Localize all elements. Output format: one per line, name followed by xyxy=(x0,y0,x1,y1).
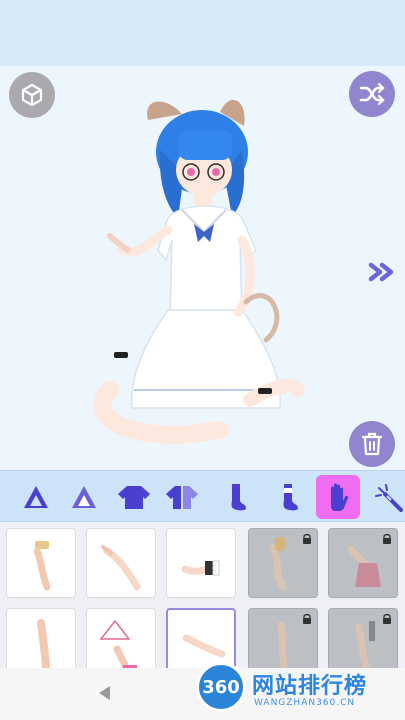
status-bar xyxy=(0,0,405,66)
sock-icon xyxy=(231,484,246,511)
hair-front-icon xyxy=(24,486,48,508)
double-chevron-right-icon xyxy=(368,262,394,282)
item-open-hand[interactable] xyxy=(86,528,156,598)
tab-accessories[interactable] xyxy=(366,475,405,519)
shuffle-icon xyxy=(359,83,385,105)
tab-stockings[interactable] xyxy=(266,475,310,519)
tab-hair-back[interactable] xyxy=(62,475,106,519)
plain-arm-thumbnail xyxy=(37,619,51,672)
shuffle-button[interactable] xyxy=(349,71,395,117)
tab-hair-front[interactable] xyxy=(14,475,58,519)
watermark: 360 网站排行榜 WANGZHAN360.CN xyxy=(196,662,405,720)
cube-icon xyxy=(21,83,43,107)
item-bottle-hand[interactable] xyxy=(248,528,318,598)
item-fan-hand[interactable] xyxy=(86,608,156,672)
anime-character-preview xyxy=(93,99,305,445)
jacket-icon xyxy=(166,486,198,509)
hand-icon xyxy=(331,483,349,511)
trash-icon xyxy=(361,432,383,456)
tab-socks[interactable] xyxy=(214,475,258,519)
tab-top[interactable] xyxy=(112,475,156,519)
open-hand-thumbnail xyxy=(101,545,141,591)
cuffed-hand-thumbnail xyxy=(181,560,220,576)
hair-back-icon xyxy=(72,486,96,508)
item-bag-hand[interactable] xyxy=(328,528,398,598)
stocking-icon xyxy=(283,484,298,511)
watermark-title: 网站排行榜 xyxy=(252,674,368,699)
character-stage xyxy=(0,66,405,470)
item-grid xyxy=(0,522,405,672)
teacup-hand-thumbnail xyxy=(33,541,51,591)
next-page-button[interactable] xyxy=(364,258,400,286)
watermark-logo: 360 xyxy=(196,662,246,712)
fan-hand-thumbnail xyxy=(99,619,137,672)
lock-icon xyxy=(303,613,311,624)
item-plain-arm[interactable] xyxy=(6,608,76,672)
wand-icon xyxy=(375,484,403,512)
back-triangle-icon[interactable] xyxy=(96,684,114,702)
delete-button[interactable] xyxy=(349,421,395,467)
lock-icon xyxy=(383,613,391,624)
category-tab-bar xyxy=(0,470,405,522)
tab-hands[interactable] xyxy=(316,475,360,519)
item-teacup-hand[interactable] xyxy=(6,528,76,598)
lock-icon xyxy=(303,533,311,544)
tab-jacket[interactable] xyxy=(160,475,204,519)
lock-icon xyxy=(383,533,391,544)
watermark-url: WANGZHAN360.CN xyxy=(254,698,356,708)
view-3d-button[interactable] xyxy=(9,72,55,118)
item-cuffed-hand[interactable] xyxy=(166,528,236,598)
top-icon xyxy=(118,486,150,509)
